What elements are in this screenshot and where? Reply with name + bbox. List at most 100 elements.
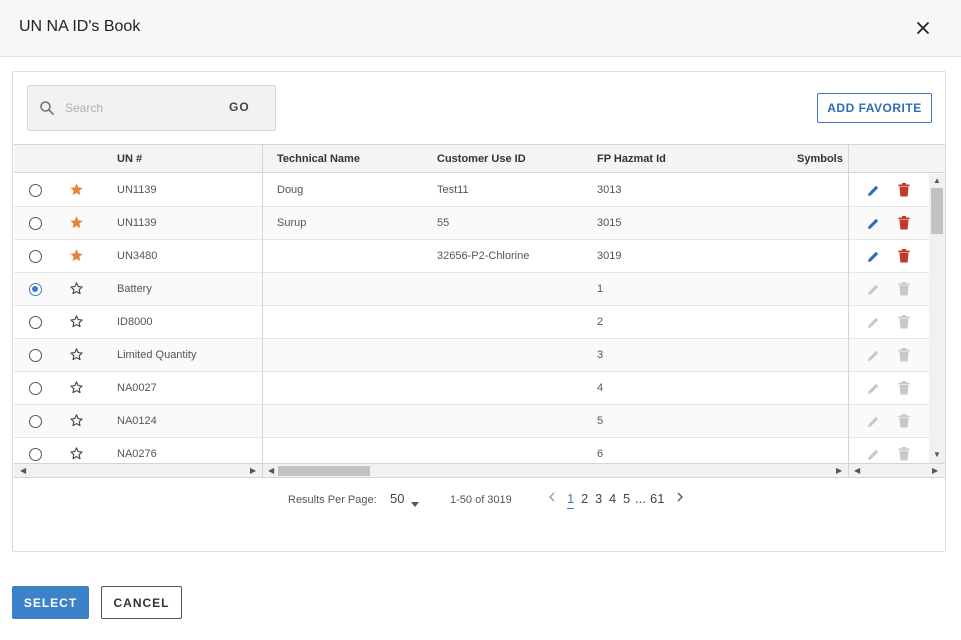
search-input[interactable] xyxy=(65,98,215,118)
page-link-2[interactable]: 2 xyxy=(581,491,588,506)
cell-un: NA0124 xyxy=(117,415,157,427)
star-icon[interactable] xyxy=(69,281,84,296)
column-header-symbols[interactable]: Symbols xyxy=(797,153,843,165)
scroll-left-icon[interactable]: ◀ xyxy=(854,467,860,475)
pencil-icon[interactable] xyxy=(867,250,880,263)
table-row[interactable]: Limited Quantity 3 xyxy=(14,339,929,372)
row-select-radio[interactable] xyxy=(29,316,42,329)
cell-un: UN1139 xyxy=(117,184,157,196)
row-select-radio[interactable] xyxy=(29,448,42,461)
trash-icon[interactable] xyxy=(898,216,910,230)
chevron-left-icon[interactable] xyxy=(548,492,556,502)
add-favorite-button[interactable]: ADD FAVORITE xyxy=(817,93,932,123)
column-header-hazmat-id[interactable]: FP Hazmat Id xyxy=(597,153,666,165)
data-grid: UN # Technical Name Customer Use ID FP H… xyxy=(14,144,945,478)
pencil-icon xyxy=(867,415,880,428)
cell-un: Battery xyxy=(117,283,152,295)
vertical-scroll-thumb[interactable] xyxy=(931,188,943,234)
row-select-radio[interactable] xyxy=(29,283,42,296)
row-select-radio[interactable] xyxy=(29,184,42,197)
select-button[interactable]: SELECT xyxy=(12,586,89,619)
scroll-right-icon[interactable]: ▶ xyxy=(932,467,938,475)
scroll-left-icon[interactable]: ◀ xyxy=(20,467,26,475)
main-panel: GO ADD FAVORITE UN # Technical Name Cust… xyxy=(12,71,946,552)
row-select-radio[interactable] xyxy=(29,349,42,362)
grid-header: UN # Technical Name Customer Use ID FP H… xyxy=(14,145,945,173)
go-button[interactable]: GO xyxy=(229,100,250,114)
star-icon[interactable] xyxy=(69,248,84,263)
pencil-icon[interactable] xyxy=(867,217,880,230)
trash-icon xyxy=(898,447,910,461)
search-icon xyxy=(39,100,55,116)
cell-customer-use-id: 32656-P2-Chlorine xyxy=(437,250,530,262)
scroll-right-icon[interactable]: ▶ xyxy=(836,467,842,475)
trash-icon xyxy=(898,381,910,395)
table-row[interactable]: UN3480 32656-P2-Chlorine 3019 xyxy=(14,240,929,273)
search-box: GO xyxy=(27,85,276,131)
cell-hazmat-id: 3015 xyxy=(597,217,622,229)
dialog-title: UN NA ID's Book xyxy=(19,18,141,35)
vertical-scrollbar[interactable]: ▲ ▼ xyxy=(929,174,945,464)
table-row[interactable]: UN1139 Surup 55 3015 xyxy=(14,207,929,240)
column-header-un[interactable]: UN # xyxy=(117,153,142,165)
table-row[interactable]: NA0027 4 xyxy=(14,372,929,405)
chevron-down-icon[interactable] xyxy=(411,498,419,507)
pencil-icon xyxy=(867,316,880,329)
star-icon[interactable] xyxy=(69,413,84,428)
star-icon[interactable] xyxy=(69,314,84,329)
cell-hazmat-id: 3019 xyxy=(597,250,622,262)
cell-un: UN1139 xyxy=(117,217,157,229)
column-header-technical-name[interactable]: Technical Name xyxy=(277,153,360,165)
cell-un: Limited Quantity xyxy=(117,349,197,361)
horizontal-scroll-thumb[interactable] xyxy=(278,466,370,476)
cell-hazmat-id: 3 xyxy=(597,349,604,361)
page-link-4[interactable]: 4 xyxy=(609,491,616,506)
row-select-radio[interactable] xyxy=(29,217,42,230)
trash-icon[interactable] xyxy=(898,183,910,197)
pencil-icon[interactable] xyxy=(867,184,880,197)
scroll-left-icon[interactable]: ◀ xyxy=(268,467,274,475)
scroll-down-icon[interactable]: ▼ xyxy=(933,451,941,459)
scroll-up-icon[interactable]: ▲ xyxy=(933,177,941,185)
column-header-customer-use-id[interactable]: Customer Use ID xyxy=(437,153,526,165)
star-icon[interactable] xyxy=(69,215,84,230)
cancel-button[interactable]: CANCEL xyxy=(101,586,182,619)
per-page-select[interactable]: 50 xyxy=(390,491,404,506)
row-select-radio[interactable] xyxy=(29,382,42,395)
horizontal-scrollbar-left[interactable] xyxy=(14,463,262,477)
cell-customer-use-id: 55 xyxy=(437,217,450,229)
horizontal-scrollbar-right[interactable] xyxy=(849,463,945,477)
cell-hazmat-id: 5 xyxy=(597,415,604,427)
star-icon[interactable] xyxy=(69,347,84,362)
trash-icon[interactable] xyxy=(898,249,910,263)
star-icon[interactable] xyxy=(69,380,84,395)
table-row[interactable]: Battery 1 xyxy=(14,273,929,306)
pencil-icon xyxy=(867,382,880,395)
page-link-3[interactable]: 3 xyxy=(595,491,602,506)
page-link-1[interactable]: 1 xyxy=(567,491,575,509)
cell-hazmat-id: 6 xyxy=(597,448,604,460)
star-icon[interactable] xyxy=(69,182,84,197)
cell-hazmat-id: 1 xyxy=(597,283,604,295)
row-select-radio[interactable] xyxy=(29,250,42,263)
table-row[interactable]: NA0124 5 xyxy=(14,405,929,438)
pencil-icon xyxy=(867,448,880,461)
trash-icon xyxy=(898,414,910,428)
page-ellipsis: ... xyxy=(635,491,646,506)
scroll-right-icon[interactable]: ▶ xyxy=(250,467,256,475)
dialog-header: UN NA ID's Book xyxy=(0,0,961,57)
row-select-radio[interactable] xyxy=(29,415,42,428)
table-row[interactable]: ID8000 2 xyxy=(14,306,929,339)
close-icon[interactable] xyxy=(913,18,933,38)
column-divider xyxy=(262,145,263,477)
cell-customer-use-id: Test11 xyxy=(437,184,469,196)
results-range: 1-50 of 3019 xyxy=(450,494,512,506)
page-link-last[interactable]: 61 xyxy=(650,491,664,506)
trash-icon xyxy=(898,282,910,296)
cell-technical-name: Surup xyxy=(277,217,307,229)
cell-hazmat-id: 2 xyxy=(597,316,604,328)
chevron-right-icon[interactable] xyxy=(676,492,684,502)
table-row[interactable]: UN1139 Doug Test11 3013 xyxy=(14,174,929,207)
star-icon[interactable] xyxy=(69,446,84,461)
page-link-5[interactable]: 5 xyxy=(623,491,630,506)
